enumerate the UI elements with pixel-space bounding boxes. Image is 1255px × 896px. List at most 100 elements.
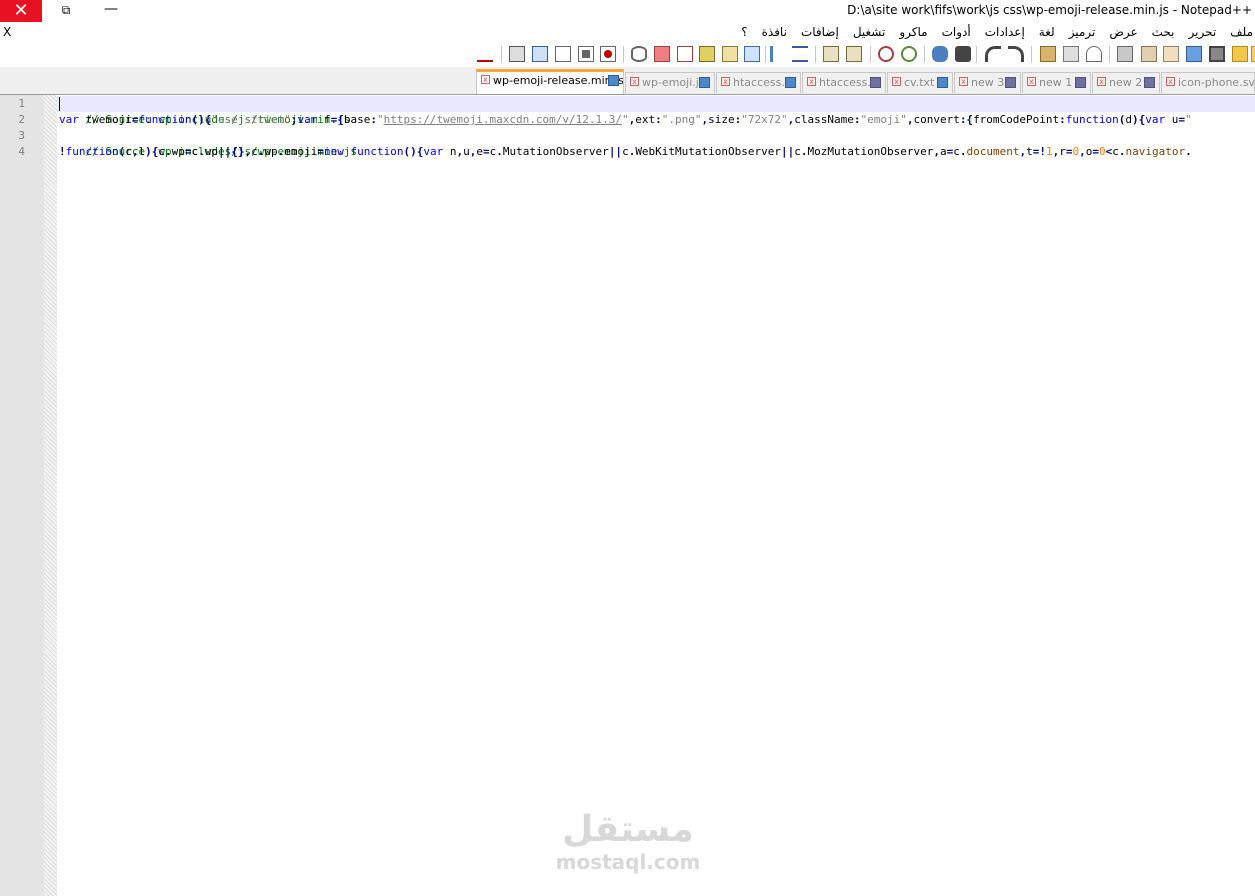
user-lang-icon[interactable] bbox=[722, 46, 738, 62]
function-list-icon[interactable] bbox=[677, 46, 693, 62]
menu-settings[interactable]: إعدادات bbox=[978, 25, 1032, 39]
code-line-2[interactable]: var twemoji=function(){"use strict";var … bbox=[59, 112, 1192, 128]
restore-window-button[interactable]: ⧉ bbox=[48, 0, 84, 22]
line-number-gutter: 1 2 3 4 bbox=[0, 95, 44, 896]
tab-htaccess-1[interactable]: x htaccess. bbox=[716, 72, 801, 93]
tab-label: cv.txt bbox=[904, 76, 935, 89]
menu-plugins[interactable]: إضافات bbox=[794, 25, 846, 39]
new-file-icon[interactable] bbox=[1251, 46, 1255, 62]
tab-close-icon[interactable]: x bbox=[807, 77, 816, 86]
copy-icon[interactable] bbox=[1063, 46, 1079, 62]
tab-new-2[interactable]: x new 2 bbox=[1092, 72, 1160, 93]
editor-area[interactable]: 1 2 3 4 // Source: wp-includes/js/twemoj… bbox=[0, 95, 1255, 896]
toolbar-separator bbox=[765, 46, 766, 63]
monitoring-icon[interactable] bbox=[631, 46, 647, 62]
menu-window[interactable]: نافذة bbox=[755, 25, 794, 39]
code-token: 1 bbox=[1045, 145, 1053, 158]
print-icon[interactable] bbox=[1117, 46, 1133, 62]
stop-record-icon[interactable] bbox=[578, 46, 594, 62]
sync-horizontal-icon[interactable] bbox=[823, 46, 839, 62]
spell-check-icon[interactable] bbox=[477, 46, 493, 62]
code-token: wp bbox=[204, 145, 218, 158]
code-token: navigator bbox=[1125, 145, 1186, 158]
code-token: : bbox=[655, 113, 662, 126]
menu-help[interactable]: ؟ bbox=[734, 25, 754, 39]
tab-wp-emoji[interactable]: x wp-emoji.js bbox=[625, 72, 715, 93]
menu-file[interactable]: ملف bbox=[1223, 25, 1255, 39]
record-macro-icon[interactable] bbox=[600, 46, 616, 62]
tab-close-icon[interactable]: x bbox=[959, 77, 968, 86]
code-token: wp bbox=[264, 145, 278, 158]
tab-close-icon[interactable]: x bbox=[721, 77, 730, 86]
replace-icon[interactable] bbox=[932, 46, 948, 62]
close-all-icon[interactable] bbox=[1141, 46, 1157, 62]
code-token: c bbox=[125, 145, 132, 158]
window-title: D:\a\site work\fifs\work\js css\wp-emoji… bbox=[847, 3, 1252, 17]
zoom-out-icon[interactable] bbox=[878, 46, 894, 62]
menu-search[interactable]: بحث bbox=[1145, 25, 1182, 39]
redo-icon[interactable] bbox=[1008, 46, 1024, 62]
tab-close-icon[interactable]: x bbox=[481, 75, 490, 84]
code-token: f bbox=[317, 113, 331, 126]
play-multiple-icon[interactable] bbox=[532, 46, 548, 62]
tab-close-icon[interactable]: x bbox=[630, 77, 639, 86]
tab-wp-emoji-release[interactable]: x wp-emoji-release.min.js bbox=[476, 69, 624, 94]
save-macro-icon[interactable] bbox=[509, 46, 525, 62]
menu-edit[interactable]: تحرير bbox=[1182, 25, 1224, 39]
tab-close-icon[interactable]: x bbox=[892, 77, 901, 86]
text-caret bbox=[59, 97, 60, 111]
menu-view[interactable]: عرض bbox=[1102, 25, 1144, 39]
find-icon[interactable] bbox=[955, 46, 971, 62]
tab-new-3[interactable]: x new 3 bbox=[954, 72, 1021, 93]
toolbar-separator bbox=[1031, 46, 1032, 63]
open-file-icon[interactable] bbox=[1232, 46, 1248, 62]
tab-htaccess-2[interactable]: x htaccess. bbox=[802, 72, 886, 93]
indent-guide-icon[interactable] bbox=[744, 46, 760, 62]
paste-icon[interactable] bbox=[1040, 46, 1056, 62]
sync-vertical-icon[interactable] bbox=[846, 46, 862, 62]
doc-map-icon[interactable] bbox=[699, 46, 715, 62]
code-token: =! bbox=[1032, 145, 1046, 158]
close-window-button[interactable]: ✕ bbox=[0, 0, 42, 22]
folder-workspace-icon[interactable] bbox=[654, 46, 670, 62]
toolbar bbox=[0, 42, 1255, 68]
minimize-window-button[interactable]: — bbox=[92, 0, 130, 22]
code-token: function bbox=[65, 145, 119, 158]
code-token: " bbox=[622, 113, 629, 126]
code-token: = bbox=[482, 145, 490, 158]
menu-encoding[interactable]: ترميز bbox=[1062, 25, 1103, 39]
code-token: u bbox=[463, 145, 470, 158]
undo-icon[interactable] bbox=[985, 46, 1001, 62]
url-link[interactable]: https://twemoji.maxcdn.com/v/12.1.3/ bbox=[384, 113, 622, 126]
menu-macro[interactable]: ماكرو bbox=[892, 25, 934, 39]
tab-cv-txt[interactable]: x cv.txt bbox=[887, 72, 953, 93]
show-all-chars-icon[interactable] bbox=[770, 46, 786, 62]
tab-saved-icon bbox=[1075, 77, 1086, 88]
menu-run[interactable]: تشغيل bbox=[846, 25, 893, 39]
code-token: t bbox=[1026, 145, 1033, 158]
save-icon[interactable] bbox=[1209, 46, 1225, 62]
tab-close-icon[interactable]: x bbox=[1097, 77, 1106, 86]
watermark-arabic: مستقل bbox=[562, 809, 694, 850]
tab-icon-phone-svg[interactable]: x icon-phone.svg bbox=[1161, 72, 1255, 93]
menu-tools[interactable]: أدوات bbox=[935, 25, 978, 39]
tab-close-icon[interactable]: x bbox=[1166, 77, 1175, 86]
code-token: function bbox=[350, 145, 404, 158]
menu-language[interactable]: لغة bbox=[1032, 25, 1062, 39]
play-macro-icon[interactable] bbox=[555, 46, 571, 62]
tab-new-1[interactable]: x new 1 bbox=[1022, 72, 1091, 93]
save-all-icon[interactable] bbox=[1186, 46, 1202, 62]
cut-icon[interactable] bbox=[1086, 46, 1102, 62]
close-icon[interactable] bbox=[1163, 46, 1179, 62]
fold-margin[interactable] bbox=[44, 95, 57, 896]
code-line-4[interactable]: !function(c,l){c.wp=c.wp||{},c.wp.emoji=… bbox=[59, 144, 1192, 160]
code-token: var bbox=[1145, 113, 1166, 126]
toolbar-separator bbox=[870, 46, 871, 63]
word-wrap-icon[interactable] bbox=[792, 46, 808, 62]
tab-close-icon[interactable]: x bbox=[1027, 77, 1036, 86]
code-token: n bbox=[443, 145, 457, 158]
zoom-in-icon[interactable] bbox=[901, 46, 917, 62]
tab-label: new 1 bbox=[1039, 76, 1073, 89]
tab-label: icon-phone.svg bbox=[1178, 76, 1255, 89]
close-document-button[interactable]: X bbox=[3, 25, 11, 39]
